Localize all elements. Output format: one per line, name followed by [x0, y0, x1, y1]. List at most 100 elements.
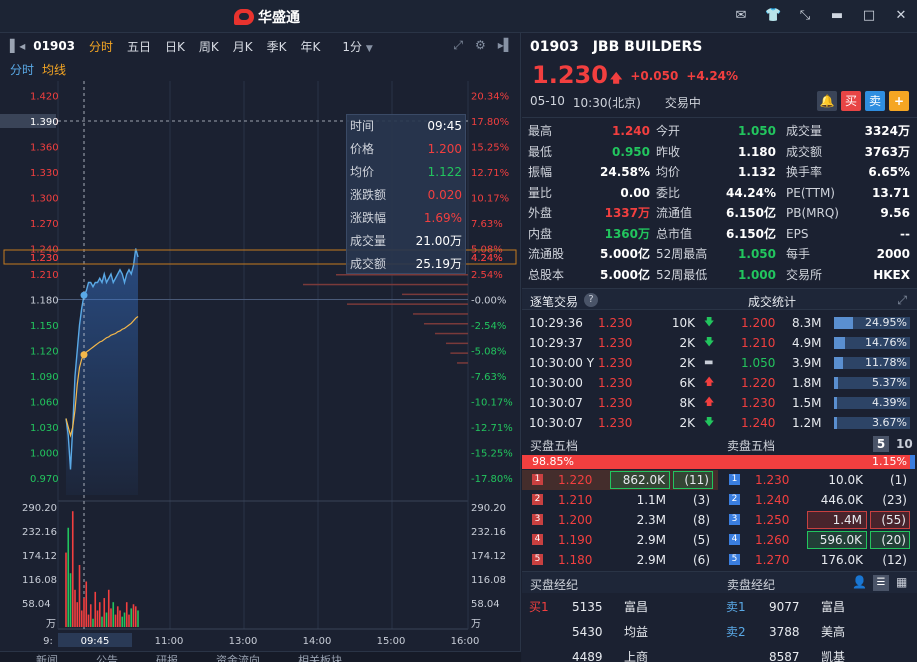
- broker-row[interactable]: 卖1 9077 富昌: [719, 595, 915, 620]
- broker-row[interactable]: 8587 凯基: [719, 645, 915, 662]
- depth-option-10[interactable]: 10: [896, 437, 913, 451]
- bid-level-row[interactable]: 4 1.190 2.9M (5): [522, 530, 718, 550]
- sidebar-toggle-icon[interactable]: ▌◂: [10, 39, 25, 53]
- volume-bar: [92, 618, 94, 627]
- stat-bar-pct: 5.37%: [872, 376, 907, 389]
- stat-key: 流通股: [528, 247, 565, 261]
- broker-tag: 卖2: [726, 625, 746, 639]
- broker-row[interactable]: 4489 上商: [522, 645, 718, 662]
- stat-cell: 内盘 1360万: [522, 224, 650, 245]
- ask-level-row[interactable]: 3 1.250 1.4M (55): [719, 510, 915, 530]
- tab-weekly-k[interactable]: 周K: [199, 38, 219, 55]
- stat-key: 换手率: [786, 165, 823, 179]
- subtab-intraday[interactable]: 分时: [10, 61, 34, 81]
- expand-icon[interactable]: ⤢: [897, 293, 907, 308]
- level-count: (55): [870, 511, 910, 529]
- subtab-average[interactable]: 均线: [42, 61, 66, 81]
- tab-yearly-k[interactable]: 年K: [301, 38, 321, 55]
- sell-button[interactable]: 卖: [865, 91, 885, 111]
- stat-value: --: [900, 226, 910, 241]
- interval-select[interactable]: 1分 ▼: [342, 38, 372, 55]
- broker-row[interactable]: 5430 均益: [522, 620, 718, 645]
- tab-quarterly-k[interactable]: 季K: [267, 38, 287, 55]
- bid-level-row[interactable]: 1 1.220 862.0K (11): [522, 470, 718, 490]
- tab-daily-k[interactable]: 日K: [165, 38, 185, 55]
- stat-cell: EPS --: [776, 224, 910, 245]
- stat-key: 最高: [528, 124, 553, 138]
- tooltip-row: 均价 1.122: [347, 161, 465, 184]
- shrink-icon[interactable]: ⤡: [797, 8, 813, 24]
- depth-option-5[interactable]: 5: [873, 436, 889, 452]
- grid-view-icon[interactable]: ▦: [896, 575, 907, 589]
- minimize-icon[interactable]: ▬: [829, 8, 845, 24]
- chart-toolbar: ▌◂ 01903 分时 五日 日K 周K 月K 季K 年K 1分 ▼ ⤢ ⚙ ▸…: [0, 33, 521, 59]
- volume-bar: [80, 610, 83, 627]
- level-price: 1.190: [558, 533, 593, 547]
- stat-bar: 11.78%: [834, 356, 910, 369]
- broker-row[interactable]: 买1 5135 富昌: [522, 595, 718, 620]
- fullscreen-icon[interactable]: ⤢: [453, 38, 463, 53]
- quote-name: JBB BUILDERS: [592, 39, 703, 55]
- tab-five-day[interactable]: 五日: [127, 38, 151, 55]
- ask-level-row[interactable]: 1 1.230 10.0K (1): [719, 470, 915, 490]
- y-tick-left: 1.210: [30, 270, 59, 281]
- x-tick: 09:45: [81, 636, 110, 647]
- stat-value: 13.71: [872, 185, 910, 200]
- shirt-icon[interactable]: 👕: [765, 8, 781, 24]
- stat-cell: 均价 1.132: [650, 162, 776, 183]
- tooltip-value: 09:45: [427, 119, 462, 133]
- tooltip-row: 时间 09:45: [347, 115, 465, 138]
- ticks-title[interactable]: 逐笔交易: [530, 293, 578, 310]
- list-view-icon[interactable]: ☰: [873, 575, 889, 591]
- volume-bar: [119, 610, 121, 627]
- help-icon[interactable]: ?: [584, 293, 598, 307]
- bottom-tab[interactable]: 研报: [156, 652, 178, 662]
- level-volume: 596.0K: [807, 531, 867, 549]
- bottom-tab[interactable]: 公告: [96, 652, 118, 662]
- tick-price: 1.230: [598, 376, 633, 390]
- y-tick-right: 15.25%: [471, 143, 509, 154]
- tab-monthly-k[interactable]: 月K: [233, 38, 253, 55]
- stat-cell: 流通股 5.000亿: [522, 244, 650, 265]
- y-tick-right: 17.80%: [471, 117, 509, 128]
- buy-button[interactable]: 买: [841, 91, 861, 111]
- settings-icon[interactable]: ⚙: [475, 38, 486, 53]
- arrow-down-icon: 🡇: [704, 337, 715, 348]
- tab-intraday[interactable]: 分时: [89, 38, 113, 55]
- x-tick: 14:00: [303, 636, 332, 647]
- bottom-tab[interactable]: 资金流向: [216, 652, 260, 662]
- broker-row[interactable]: 卖2 3788 美高: [719, 620, 915, 645]
- close-icon[interactable]: ✕: [893, 8, 909, 24]
- volume-tick-right: 58.04: [471, 599, 500, 610]
- add-watchlist-button[interactable]: +: [889, 91, 909, 111]
- alert-bell-icon[interactable]: 🔔: [817, 91, 837, 111]
- maximize-icon[interactable]: □: [861, 8, 877, 24]
- bid-level-row[interactable]: 2 1.210 1.1M (3): [522, 490, 718, 510]
- ask-book: 1 1.230 10.0K (1) 2 1.240 446.0K (23) 3 1.250 1.4M…: [719, 470, 915, 570]
- ask-level-row[interactable]: 4 1.260 596.0K (20): [719, 530, 915, 550]
- level-number: 1: [532, 474, 543, 485]
- volume-bar: [83, 598, 85, 627]
- bid-level-row[interactable]: 3 1.200 2.3M (8): [522, 510, 718, 530]
- tooltip-row: 价格 1.200: [347, 138, 465, 161]
- y-tick-left: 1.270: [30, 219, 59, 230]
- bottom-tab[interactable]: 新闻: [36, 652, 58, 662]
- ask-level-row[interactable]: 2 1.240 446.0K (23): [719, 490, 915, 510]
- mail-icon[interactable]: ✉: [733, 8, 749, 24]
- stat-bar: 3.67%: [834, 416, 910, 429]
- y-tick-left: 1.300: [30, 194, 59, 205]
- bid-level-row[interactable]: 5 1.180 2.9M (6): [522, 550, 718, 570]
- last-pct-axis-label: 4.24%: [471, 253, 503, 264]
- volume-stats-title[interactable]: 成交统计: [748, 293, 796, 310]
- stat-cell: 最高 1.240: [522, 121, 650, 142]
- tooltip-key: 均价: [350, 165, 375, 179]
- stat-cell: 总市值 6.150亿: [650, 224, 776, 245]
- y-tick-left: 1.360: [30, 143, 59, 154]
- collapse-icon[interactable]: ▸▌: [498, 38, 513, 53]
- volume-bar: [130, 608, 133, 627]
- level-count: (11): [673, 471, 713, 489]
- ask-level-row[interactable]: 5 1.270 176.0K (12): [719, 550, 915, 570]
- person-icon[interactable]: 👤: [852, 575, 867, 589]
- volume-tick-right: 116.08: [471, 575, 506, 586]
- bottom-tab[interactable]: 相关板块: [298, 652, 342, 662]
